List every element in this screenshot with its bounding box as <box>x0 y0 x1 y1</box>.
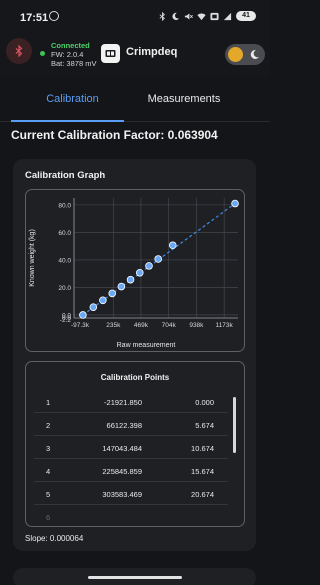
data-point <box>108 289 117 298</box>
point-raw-value: 303583.469 <box>102 490 142 499</box>
x-origin-label: 0.0 <box>62 315 71 322</box>
whatsapp-icon <box>49 11 59 21</box>
x-tick-label: 235k <box>106 322 121 329</box>
data-point <box>79 311 87 319</box>
calibration-points-table: 1 -21921.850 0.000 2 66122.398 5.674 3 147043.4… <box>34 390 228 526</box>
point-weight: 10.674 <box>191 444 214 453</box>
signal-icon <box>223 12 232 20</box>
mute-icon <box>184 12 193 20</box>
table-row[interactable]: 6 <box>34 505 228 526</box>
x-axis-title: Raw measurement <box>117 342 176 349</box>
point-weight: 0.000 <box>195 398 214 407</box>
system-status-bar: 17:51 41 <box>0 0 270 34</box>
volte-icon <box>210 12 219 20</box>
point-index: 4 <box>46 467 51 476</box>
wifi-icon <box>197 13 206 20</box>
table-row[interactable]: 1 -21921.850 0.000 <box>34 390 228 413</box>
device-battery: Bat: 3878 mV <box>51 59 97 68</box>
point-weight: 20.674 <box>191 490 214 499</box>
connection-status-dot <box>40 51 45 56</box>
point-index: 2 <box>46 421 51 430</box>
point-weight: 5.674 <box>195 421 214 430</box>
bluetooth-button[interactable] <box>6 38 32 64</box>
x-tick-label: 469k <box>134 322 149 329</box>
y-axis-title: Known weight (kg) <box>29 229 36 287</box>
x-tick-label: -97.3k <box>71 322 90 329</box>
status-icons: 41 <box>158 11 256 21</box>
tab-bar: Calibration Measurements <box>0 76 270 122</box>
data-point <box>135 268 144 277</box>
point-index: 5 <box>46 490 51 499</box>
points-title: Calibration Points <box>100 373 170 382</box>
table-row[interactable]: 2 66122.398 5.674 <box>34 413 228 436</box>
point-raw-value: 225845.859 <box>102 467 142 476</box>
table-row[interactable]: 3 147043.484 10.674 <box>34 436 228 459</box>
data-point <box>117 282 126 291</box>
moon-icon <box>172 12 180 20</box>
tab-measurements[interactable]: Measurements <box>125 76 243 122</box>
table-row[interactable]: 5 303583.469 20.674 <box>34 482 228 505</box>
data-point <box>99 296 107 305</box>
status-time: 17:51 <box>20 12 49 24</box>
y-tick-label: 40.0 <box>58 257 71 264</box>
calibration-points-panel: Calibration Points 1 -21921.850 0.000 2 6612… <box>25 361 245 527</box>
point-raw-value: -21921.850 <box>104 398 142 407</box>
home-indicator[interactable] <box>88 576 182 579</box>
active-tab-indicator <box>11 120 124 122</box>
y-tick-label: 60.0 <box>58 230 71 237</box>
theme-toggle[interactable] <box>225 44 265 65</box>
y-tick-label: 80.0 <box>58 202 71 209</box>
tab-calibration[interactable]: Calibration <box>0 76 145 122</box>
bluetooth-icon <box>15 45 23 57</box>
app-name: Crimpdeq <box>126 46 178 58</box>
data-point <box>154 255 163 263</box>
app-header: Connected FW: 2.0.4 Bat: 3878 mV Crimpde… <box>0 34 270 76</box>
data-point <box>145 262 153 270</box>
battery-icon: 41 <box>236 11 256 21</box>
calibration-graph: -2.2 0.0 20.0 40.0 60.0 80.0 -97.3k 235k 469k 704… <box>25 189 245 352</box>
moon-icon <box>250 49 259 59</box>
data-point <box>126 275 135 284</box>
data-point <box>89 303 98 311</box>
sun-icon <box>228 47 243 62</box>
point-raw-value: 66122.398 <box>106 421 142 430</box>
x-tick-label: 938k <box>189 322 204 329</box>
firmware-version: FW: 2.0.4 <box>51 50 84 59</box>
app-logo <box>101 44 120 63</box>
point-raw-value: 147043.484 <box>102 444 142 453</box>
calibration-factor: Current Calibration Factor: 0.063904 <box>11 128 218 142</box>
point-weight: 15.674 <box>191 467 214 476</box>
calibration-card: Calibration Graph -2.2 0.0 20.0 40.0 60.0 80.… <box>13 159 256 551</box>
data-point <box>231 199 239 208</box>
x-tick-label: 1173k <box>216 322 234 329</box>
table-row[interactable]: 4 225845.859 15.674 <box>34 459 228 482</box>
data-point <box>168 241 177 250</box>
table-scrollbar[interactable] <box>233 397 236 453</box>
calibration-chart: -2.20.020.040.060.080.0-97.3k 235k 469k 704… <box>29 198 239 349</box>
x-tick-label: 704k <box>162 322 177 329</box>
crimpdeq-logo-icon <box>105 50 116 57</box>
point-index: 1 <box>46 398 51 407</box>
slope-value: Slope: 0.000064 <box>25 534 84 543</box>
bluetooth-icon <box>159 11 165 21</box>
graph-title: Calibration Graph <box>25 170 106 181</box>
point-index: 3 <box>46 444 51 453</box>
y-tick-label: 20.0 <box>58 285 71 292</box>
connection-status: Connected <box>51 41 90 50</box>
point-index: 6 <box>46 513 51 522</box>
device-info: Connected FW: 2.0.4 Bat: 3878 mV <box>51 41 96 68</box>
